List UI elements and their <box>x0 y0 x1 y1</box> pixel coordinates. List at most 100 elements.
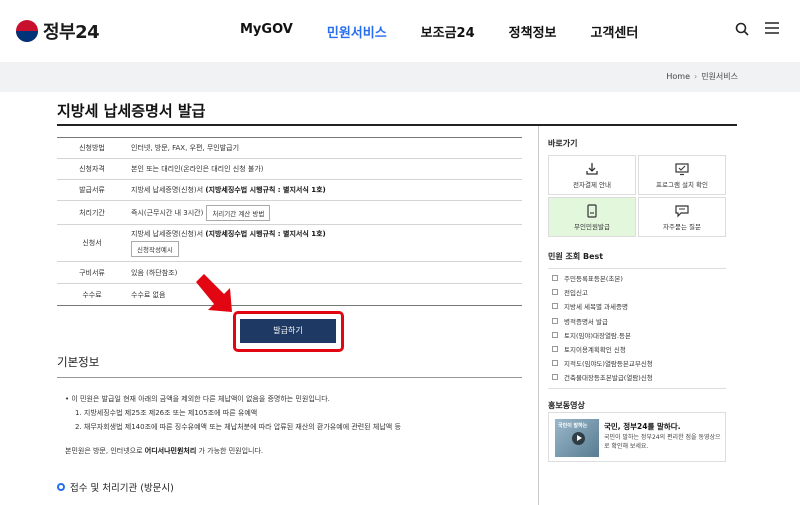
quick-link-label: 전자결제 안내 <box>573 180 611 189</box>
row-value: 인터넷, 방문, FAX, 우편, 무인발급기 <box>131 144 240 152</box>
logo-text: 정부24 <box>43 22 100 43</box>
quick-link-label: 자주묻는 질문 <box>663 222 701 231</box>
row-label: 발급서류 <box>79 186 105 194</box>
video-thumbnail[interactable]: 국민이 말하는 <box>555 419 599 457</box>
anywhere-service-link[interactable]: 어디서나민원처리 <box>145 447 197 455</box>
basic-info-note: 본민원은 방문, 인터넷으로 어디서나민원처리 가 가능한 민원입니다. <box>65 444 525 458</box>
best-service-item[interactable]: 병적증명서 발급 <box>548 314 726 328</box>
nav-civil-service[interactable]: 민원서비스 <box>327 22 387 41</box>
basic-info-body: • 이 민원은 발급일 현재 아래의 금액을 제외한 다른 체납액이 없음을 증… <box>65 392 525 458</box>
best-service-label: 전입신고 <box>564 289 588 298</box>
table-row: 수수료 수수료 없음 <box>57 284 522 306</box>
download-icon <box>586 162 598 175</box>
breadcrumb: Home › 민원서비스 <box>666 71 738 82</box>
form-example-button[interactable]: 신청작성예시 <box>131 241 179 257</box>
table-row: 신청서 지방세 납세증명(신청)서 (지방세징수법 시행규칙 : 별지서식 1호… <box>57 225 522 262</box>
row-label: 신청서 <box>82 239 102 247</box>
quick-link-epayment[interactable]: 전자결제 안내 <box>548 155 636 195</box>
best-service-item[interactable]: 전입신고 <box>548 285 726 299</box>
note-text: 가 가능한 민원입니다. <box>196 447 264 455</box>
row-label: 처리기간 <box>79 208 105 217</box>
service-info-table: 신청방법 인터넷, 방문, FAX, 우편, 무인발급기 신청자격 본인 또는 … <box>57 137 522 306</box>
video-headline: 국민, 정부24를 말하다. <box>604 422 681 431</box>
quick-links-title: 바로가기 <box>548 139 578 148</box>
processing-time-calc-button[interactable]: 처리기간 계산 방법 <box>206 204 271 221</box>
form-name: 지방세 납세증명(신청)서 <box>131 186 206 194</box>
nav-policy-info[interactable]: 정책정보 <box>509 22 557 41</box>
promo-video-title: 홍보동영상 <box>548 401 585 410</box>
hamburger-menu-icon[interactable] <box>765 22 779 34</box>
document-icon <box>552 331 558 338</box>
nav-subsidy24[interactable]: 보조금24 <box>421 22 475 41</box>
process-agency-label: 접수 및 처리기관 (방문시) <box>70 483 174 494</box>
best-list-title: 민원 조회 Best <box>548 252 604 261</box>
table-row: 신청방법 인터넷, 방문, FAX, 우편, 무인발급기 <box>57 138 522 159</box>
taegeuk-icon <box>16 20 38 42</box>
best-service-item[interactable]: 토지이용계획확인 신청 <box>548 342 726 356</box>
site-header: 정부24 MyGOV 민원서비스 보조금24 정책정보 고객센터 <box>0 0 800 62</box>
chevron-right-icon: › <box>693 72 698 81</box>
video-description: 국민이 말하는 정부24의 편리한 점을 동영상으로 확인해 보세요. <box>604 434 721 450</box>
best-service-item[interactable]: 주민등록표등본(초본) <box>548 271 726 285</box>
table-row: 발급서류 지방세 납세증명(신청)서 (지방세징수법 시행규칙 : 별지서식 1… <box>57 180 522 201</box>
document-icon <box>552 346 558 353</box>
quick-link-program-install[interactable]: 프로그램 설치 확인 <box>638 155 726 195</box>
row-label: 신청자격 <box>79 165 105 173</box>
document-icon <box>552 275 558 282</box>
thumbnail-caption: 국민이 말하는 <box>558 423 588 429</box>
kiosk-icon <box>587 203 597 218</box>
document-icon <box>552 360 558 367</box>
best-service-label: 지적도(임야도)열람등본교부신청 <box>564 360 653 369</box>
best-service-item[interactable]: 건축물대장등초본발급(열람)신청 <box>548 370 726 384</box>
row-value[interactable]: 있음 (하단참조) <box>127 268 522 278</box>
document-icon <box>552 317 558 324</box>
quick-link-label: 무인민원발급 <box>574 222 610 231</box>
search-icon[interactable] <box>735 22 749 36</box>
monitor-icon <box>675 162 689 175</box>
basic-info-title: 기본정보 <box>57 355 100 369</box>
basic-info-divider <box>57 377 522 378</box>
row-value: 지방세 납세증명(신청)서 (지방세징수법 시행규칙 : 별지서식 1호) 신청… <box>127 229 522 257</box>
form-law-ref[interactable]: (지방세징수법 시행규칙 : 별지서식 1호) <box>205 230 325 238</box>
best-service-label: 토지이용계획확인 신청 <box>564 346 626 355</box>
bullet-circle-icon <box>57 483 65 491</box>
promo-video-card[interactable]: 국민이 말하는 국민, 정부24를 말하다. 국민이 말하는 정부24의 편리한… <box>548 412 726 462</box>
gov24-logo[interactable]: 정부24 <box>16 18 100 44</box>
row-value: 지방세 납세증명(신청)서 (지방세징수법 시행규칙 : 별지서식 1호) <box>127 185 522 195</box>
breadcrumb-current[interactable]: 민원서비스 <box>701 71 738 82</box>
best-service-item[interactable]: 지방세 세목별 과세증명 <box>548 299 726 313</box>
nav-mygov[interactable]: MyGOV <box>240 22 293 41</box>
best-service-item[interactable]: 지적도(임야도)열람등본교부신청 <box>548 356 726 370</box>
table-row: 신청자격 본인 또는 대리인(온라인은 대리인 신청 불가) <box>57 159 522 180</box>
quick-link-kiosk[interactable]: 무인민원발급 <box>548 197 636 237</box>
play-icon[interactable] <box>572 432 585 445</box>
row-label: 구비서류 <box>79 268 105 277</box>
form-law-ref[interactable]: (지방세징수법 시행규칙 : 별지서식 1호) <box>205 186 325 194</box>
row-value: 즉시(근무시간 내 3시간) 처리기간 계산 방법 <box>127 204 522 221</box>
document-icon <box>552 303 558 310</box>
best-service-item[interactable]: 토지(임야)대장열람.등본 <box>548 328 726 342</box>
quick-link-label: 프로그램 설치 확인 <box>656 180 708 189</box>
process-agency-title: 접수 및 처리기관 (방문시) <box>57 480 174 494</box>
table-row: 처리기간 즉시(근무시간 내 3시간) 처리기간 계산 방법 <box>57 201 522 225</box>
quick-link-faq[interactable]: 자주묻는 질문 <box>638 197 726 237</box>
issue-button[interactable]: 발급하기 <box>240 319 336 343</box>
page-title: 지방세 납세증명서 발급 <box>57 102 206 120</box>
main-nav: MyGOV 민원서비스 보조금24 정책정보 고객센터 <box>240 22 672 41</box>
note-text: 본민원은 방문, 인터넷으로 <box>65 447 145 455</box>
row-value: 본인 또는 대리인(온라인은 대리인 신청 불가) <box>131 165 264 173</box>
row-label: 신청방법 <box>79 144 105 152</box>
best-services-list: 주민등록표등본(초본) 전입신고 지방세 세목별 과세증명 병적증명서 발급 토… <box>548 268 726 389</box>
nav-customer-center[interactable]: 고객센터 <box>591 22 639 41</box>
title-divider <box>57 124 737 126</box>
basic-info-line: • 이 민원은 발급일 현재 아래의 금액을 제외한 다른 체납액이 없음을 증… <box>65 395 330 403</box>
best-service-label: 지방세 세목별 과세증명 <box>564 303 628 312</box>
best-service-label: 주민등록표등본(초본) <box>564 275 623 284</box>
form-name: 지방세 납세증명(신청)서 <box>131 230 206 238</box>
document-icon <box>552 289 558 296</box>
best-service-label: 건축물대장등초본발급(열람)신청 <box>564 374 653 383</box>
row-label: 수수료 <box>82 290 102 299</box>
processing-time: 즉시(근무시간 내 3시간) <box>131 208 204 217</box>
quick-links-grid: 전자결제 안내 프로그램 설치 확인 무인민원발급 자주묻는 질문 <box>548 155 726 237</box>
breadcrumb-home[interactable]: Home <box>666 72 690 81</box>
